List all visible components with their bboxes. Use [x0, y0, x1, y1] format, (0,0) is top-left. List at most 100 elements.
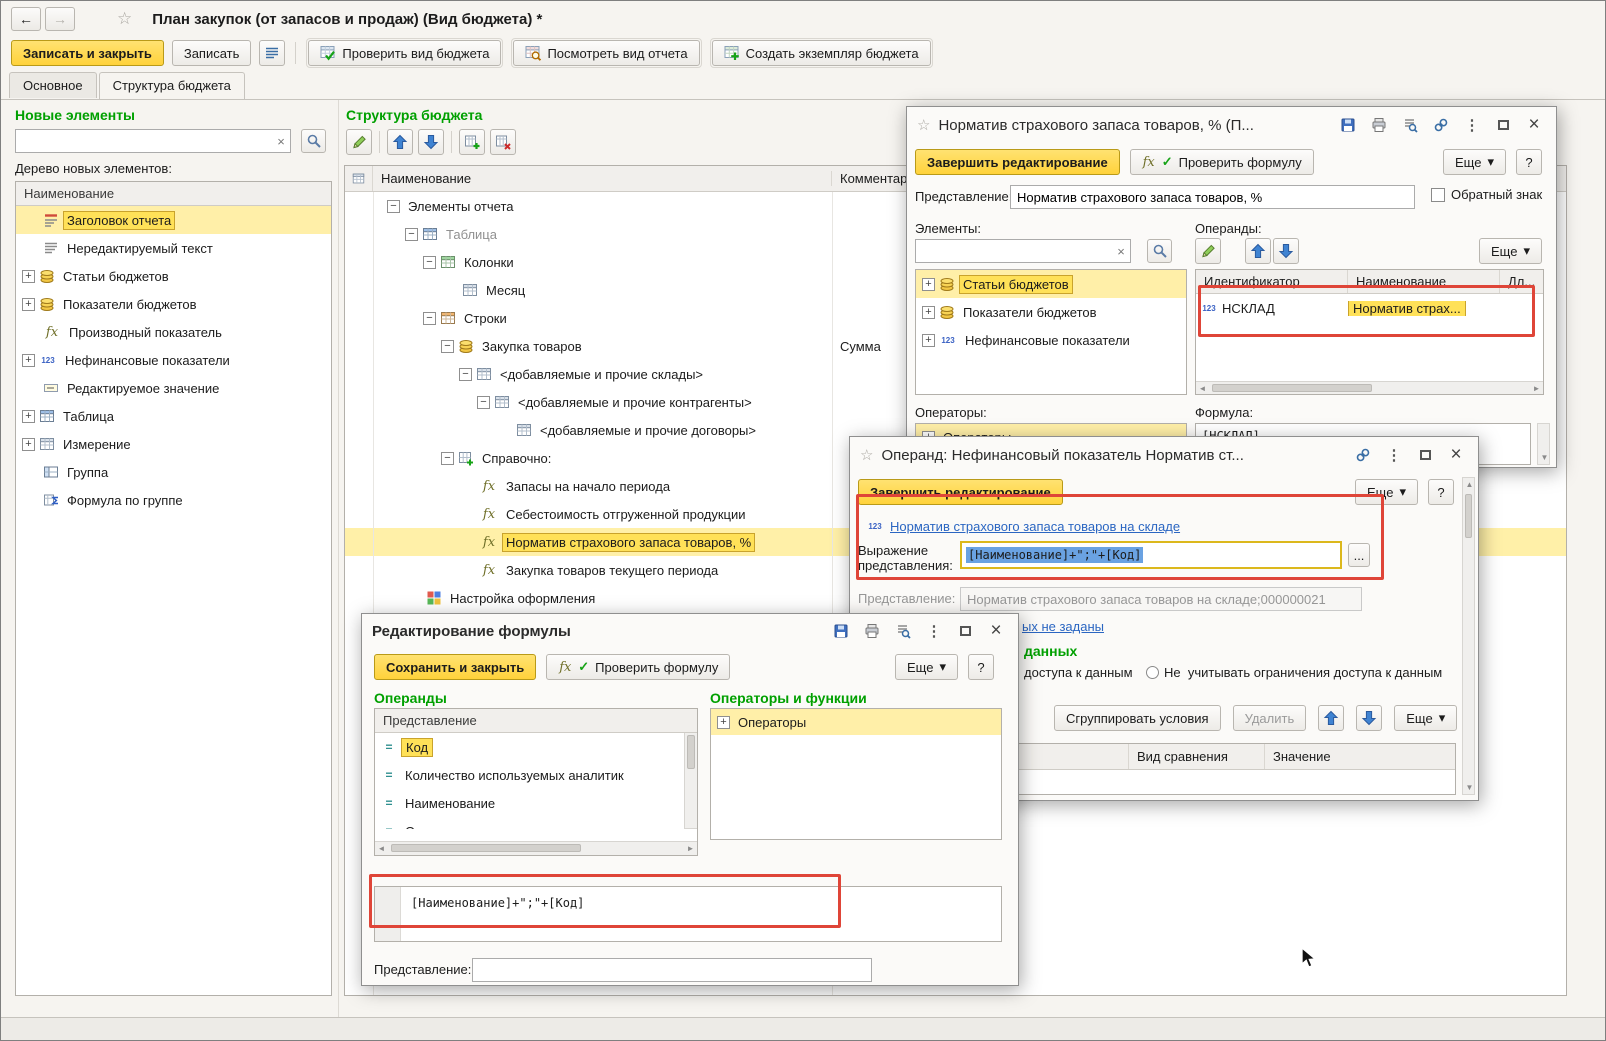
group-conditions-button[interactable]: Сгруппировать условия — [1054, 705, 1221, 731]
presentation-input[interactable] — [1010, 185, 1415, 209]
tree-item-budget-articles[interactable]: + Статьи бюджетов — [16, 262, 331, 290]
more-menu-icon[interactable]: ⋮ — [1460, 114, 1484, 136]
clear-search-icon[interactable]: × — [273, 134, 289, 149]
save-and-close-button[interactable]: Записать и закрыть — [11, 40, 164, 66]
operand-item-analytics-count[interactable]: = Количество используемых аналитик — [375, 761, 684, 789]
forward-button[interactable]: → — [45, 7, 75, 31]
expand-icon[interactable]: + — [922, 333, 935, 347]
edit-button[interactable] — [346, 129, 372, 155]
favorite-star-icon[interactable]: ☆ — [117, 9, 132, 29]
operand-item-description[interactable]: = Описание — [375, 817, 684, 830]
vertical-scrollbar[interactable] — [684, 733, 697, 829]
expression-input[interactable]: [Наименование]+";"+[Код] — [960, 541, 1342, 569]
operators-root-item[interactable]: + Операторы — [711, 709, 1001, 735]
delete-element-button[interactable] — [490, 129, 516, 155]
collapse-icon[interactable]: − — [459, 367, 472, 381]
save-button[interactable]: Записать — [171, 40, 252, 66]
scroll-down-icon[interactable]: ▼ — [1538, 451, 1551, 464]
finish-editing-button[interactable]: Завершить редактирование — [858, 479, 1063, 505]
scroll-left-icon[interactable]: ◄ — [375, 842, 388, 855]
id-column-header[interactable]: Идентификатор — [1196, 270, 1348, 293]
save-and-close-button[interactable]: Сохранить и закрыть — [374, 654, 537, 680]
indicator-link[interactable]: Норматив страхового запаса товаров на ск… — [890, 519, 1180, 534]
vertical-scrollbar[interactable]: ▲ ▼ — [1462, 477, 1475, 795]
collapse-icon[interactable]: − — [423, 255, 436, 269]
formula-text-area[interactable]: [Наименование]+";"+[Код] — [374, 886, 1002, 942]
scroll-right-icon[interactable]: ► — [684, 842, 697, 855]
panel-splitter[interactable] — [338, 100, 339, 1017]
more-button[interactable]: Еще ▾ — [1443, 149, 1506, 175]
move-down-button[interactable] — [418, 129, 444, 155]
name-column-header[interactable]: Наименование — [1348, 270, 1500, 293]
indicator-dialog-titlebar[interactable]: ☆ Норматив страхового запаса товаров, % … — [907, 107, 1556, 143]
expand-icon[interactable]: + — [922, 305, 935, 319]
tree-item-dimension[interactable]: + Измерение — [16, 430, 331, 458]
description-button[interactable] — [259, 40, 286, 66]
favorite-star-icon[interactable]: ☆ — [860, 446, 873, 464]
check-formula-button[interactable]: fx ✓ Проверить формулу — [546, 654, 731, 680]
search-button[interactable] — [301, 129, 326, 153]
expand-icon[interactable]: + — [22, 353, 35, 367]
collapse-icon[interactable]: − — [423, 311, 436, 325]
comparison-kind-header[interactable]: Вид сравнения — [1129, 744, 1265, 769]
search-input[interactable] — [15, 129, 291, 153]
operand-item-code[interactable]: = Код — [375, 733, 684, 761]
scroll-up-icon[interactable]: ▲ — [1463, 478, 1476, 491]
conditions-more-button[interactable]: Еще ▾ — [1394, 705, 1458, 731]
collapse-icon[interactable]: − — [387, 199, 400, 213]
elements-search-button[interactable] — [1147, 239, 1172, 263]
name-column-header[interactable]: Наименование — [373, 171, 832, 186]
save-icon[interactable] — [1336, 114, 1360, 136]
collapse-icon[interactable]: − — [441, 451, 454, 465]
edit-operand-button[interactable] — [1195, 238, 1221, 264]
close-icon[interactable]: × — [1522, 114, 1546, 136]
find-icon[interactable] — [1398, 114, 1422, 136]
back-button[interactable]: ← — [11, 7, 41, 31]
tree-item-report-title[interactable]: Заголовок отчета — [16, 206, 331, 234]
move-down-button[interactable] — [1356, 705, 1383, 731]
tree-item-editable-value[interactable]: Редактируемое значение — [16, 374, 331, 402]
more-button[interactable]: Еще ▾ — [895, 654, 958, 680]
expand-icon[interactable]: + — [22, 409, 35, 423]
tab-main[interactable]: Основное — [9, 72, 97, 98]
formula-dialog-titlebar[interactable]: Редактирование формулы ⋮ × — [362, 614, 1018, 648]
horizontal-scrollbar[interactable]: ◄ ► — [375, 841, 697, 855]
collapse-icon[interactable]: − — [405, 227, 418, 241]
maximize-icon[interactable] — [953, 620, 977, 642]
tree-item-nonfinancial-indicators[interactable]: + 123 Нефинансовые показатели — [16, 346, 331, 374]
help-button[interactable]: ? — [1428, 479, 1454, 505]
delete-button[interactable]: Удалить — [1232, 705, 1307, 731]
horizontal-scrollbar[interactable]: ◄ ► — [1196, 381, 1543, 394]
inverse-sign-checkbox[interactable]: Обратный знак — [1431, 187, 1542, 202]
check-formula-button[interactable]: fx ✓ Проверить формулу — [1129, 149, 1314, 175]
more-menu-icon[interactable]: ⋮ — [1382, 444, 1406, 466]
maximize-icon[interactable] — [1413, 444, 1437, 466]
element-item-budget-articles[interactable]: + Статьи бюджетов — [916, 270, 1186, 298]
print-icon[interactable] — [860, 620, 884, 642]
expand-icon[interactable]: + — [22, 297, 35, 311]
operand-row[interactable]: 123 НСКЛАД Норматив страх... — [1196, 294, 1543, 322]
move-down-button[interactable] — [1273, 238, 1299, 264]
tree-item-budget-indicators[interactable]: + Показатели бюджетов — [16, 290, 331, 318]
link-icon[interactable] — [1351, 444, 1375, 466]
maximize-icon[interactable] — [1491, 114, 1515, 136]
finish-editing-button[interactable]: Завершить редактирование — [915, 149, 1120, 175]
close-icon[interactable]: × — [984, 620, 1008, 642]
clear-search-icon[interactable]: × — [1113, 244, 1129, 259]
value-header[interactable]: Значение — [1265, 744, 1455, 769]
link-icon[interactable] — [1429, 114, 1453, 136]
scroll-down-icon[interactable]: ▼ — [1463, 781, 1476, 794]
print-icon[interactable] — [1367, 114, 1391, 136]
help-button[interactable]: ? — [1516, 149, 1542, 175]
choose-button[interactable]: ... — [1348, 543, 1370, 567]
operand-dialog-titlebar[interactable]: ☆ Операнд: Нефинансовый показатель Норма… — [850, 437, 1478, 473]
close-icon[interactable]: × — [1444, 444, 1468, 466]
move-up-button[interactable] — [1318, 705, 1345, 731]
length-column-header[interactable]: Дл... — [1500, 270, 1543, 293]
scroll-right-icon[interactable]: ► — [1530, 382, 1543, 395]
ignore-access-radio[interactable] — [1146, 666, 1159, 679]
scroll-left-icon[interactable]: ◄ — [1196, 382, 1209, 395]
operand-item-name[interactable]: = Наименование — [375, 789, 684, 817]
create-budget-instance-button[interactable]: Создать экземпляр бюджета — [711, 40, 931, 66]
scrollbar-thumb[interactable] — [687, 735, 695, 769]
